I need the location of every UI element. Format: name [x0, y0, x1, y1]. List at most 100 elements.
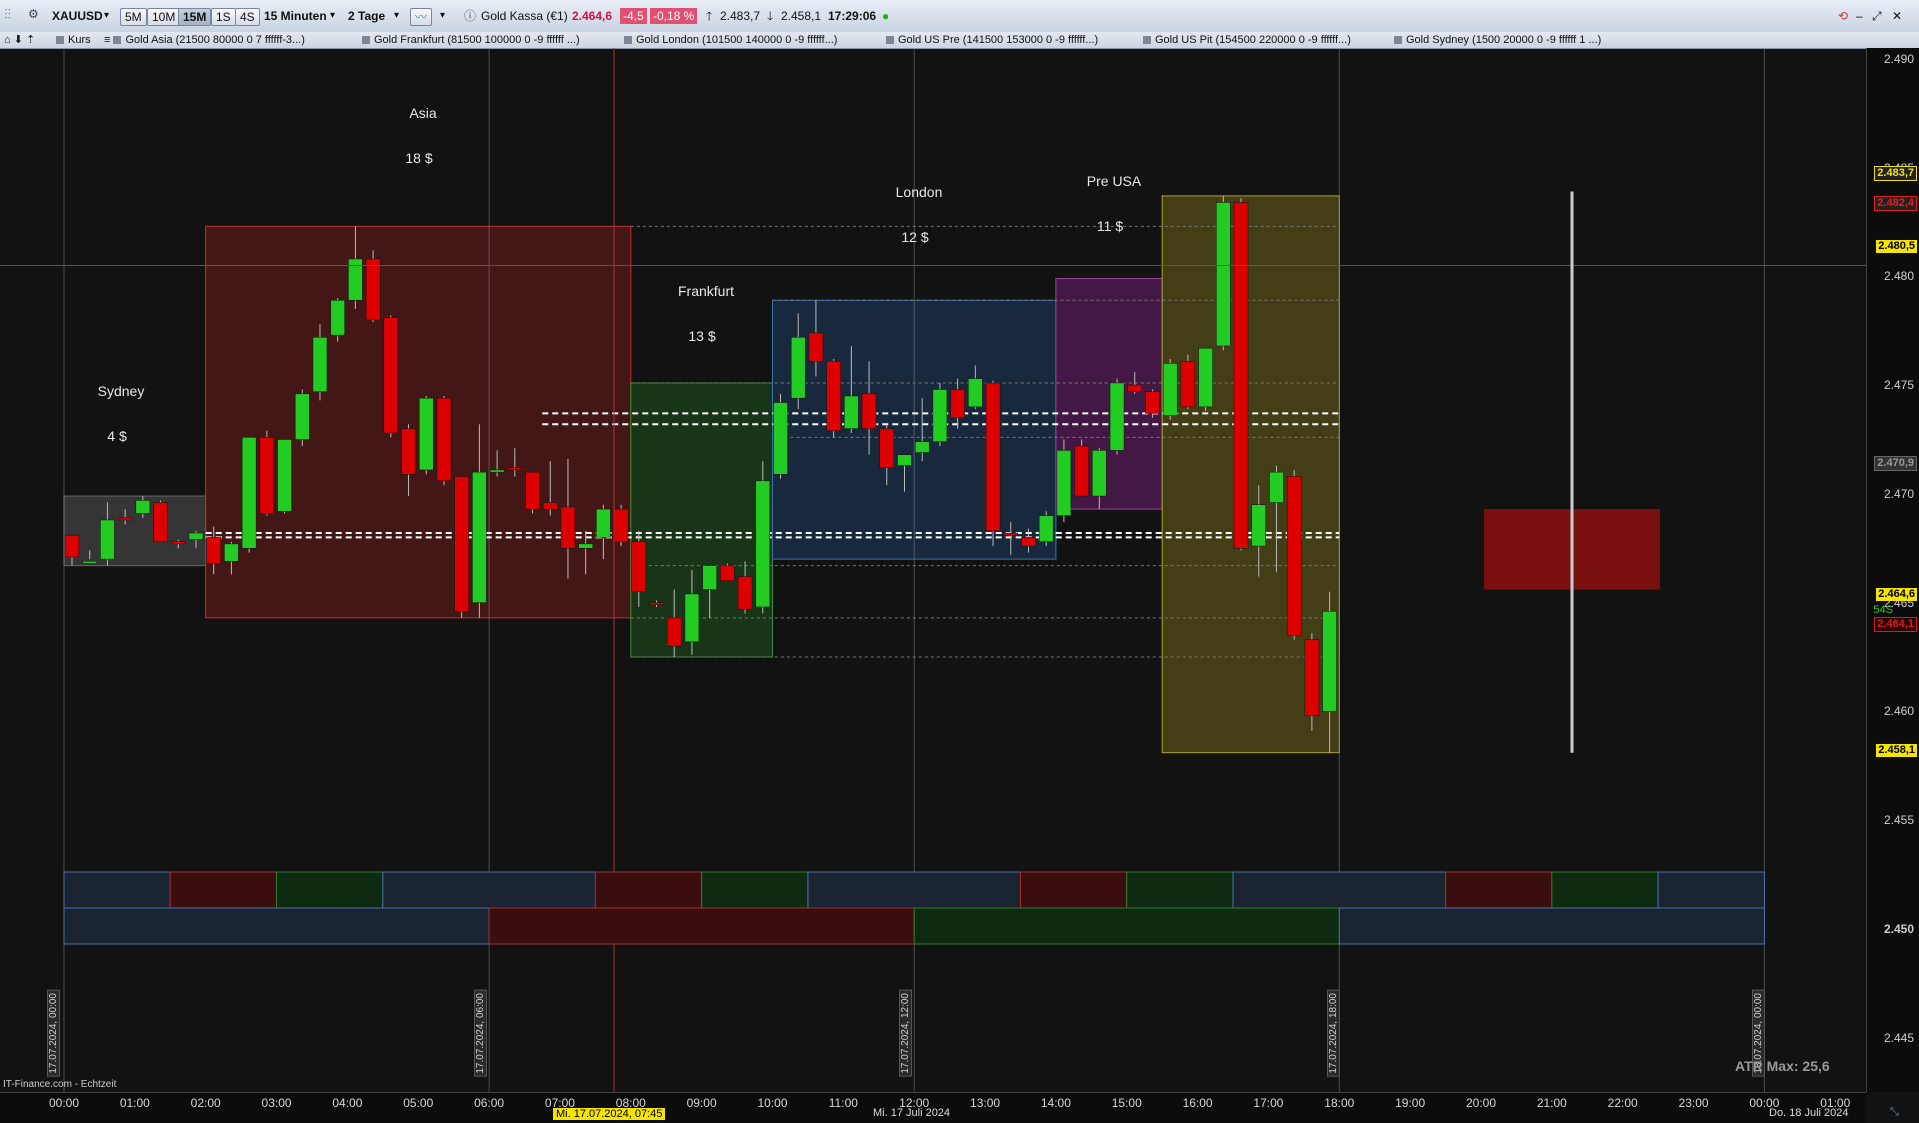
timeline-strip: [807, 871, 1021, 909]
candle: [985, 382, 1001, 532]
range-select[interactable]: 2 Tage: [348, 8, 385, 24]
instrument-name: Gold Kassa (€1): [481, 9, 568, 23]
session-range-sydney: 4 $: [107, 428, 127, 444]
candle: [773, 402, 788, 475]
timeline-strip: [1551, 871, 1659, 909]
candle: [312, 337, 328, 392]
x-tick-label: 05:00: [403, 1096, 434, 1110]
timeline-strip: [1445, 871, 1553, 909]
change-pct-badge: -0,18 %: [650, 8, 698, 24]
candle: [259, 437, 275, 514]
resize-corner-icon[interactable]: ⤡: [1890, 1106, 1899, 1119]
x-tick-label: 03:00: [261, 1096, 292, 1110]
x-tick-label: 17:00: [1253, 1096, 1284, 1110]
candle: [1304, 639, 1320, 716]
candle: [755, 480, 771, 608]
session-range-frankfurt: 13 $: [688, 328, 716, 344]
tab-gold-sydney[interactable]: Gold Sydney (1500 20000 0 -9 ffffff 1 ..…: [1394, 33, 1634, 47]
session-range-asia: 18 $: [405, 150, 433, 166]
tab-label: Gold US Pre (141500 153000 0 -9 ffffff..…: [898, 34, 1099, 46]
price-tag-level: 2.470,9: [1874, 456, 1917, 471]
tab-kurs-label: Kurs: [68, 34, 91, 46]
tab-label: Gold Asia (21500 80000 0 7 ffffff-3...): [125, 34, 305, 46]
tab-gold-us-pit[interactable]: Gold US Pit (154500 220000 0 -9 ffffff..…: [1143, 33, 1388, 47]
timeline-strip-daily: [63, 907, 490, 945]
timeline-strip: [1126, 871, 1234, 909]
candle: [153, 502, 168, 542]
candle: [295, 393, 310, 440]
vertical-date-label: 17.07.2024, 12:00: [899, 990, 912, 1077]
tab-gold-london[interactable]: Gold London (101500 140000 0 -9 ffffff..…: [624, 33, 879, 47]
atr-label: ATR Max: 25,6: [1735, 1058, 1830, 1074]
interval-chevron-icon[interactable]: ▾: [330, 8, 335, 24]
candle: [1251, 504, 1266, 547]
tab-kurs[interactable]: Kurs: [56, 33, 91, 47]
tab-label: Gold US Pit (154500 220000 0 -9 ffffff..…: [1155, 34, 1351, 46]
x-tick-label: 09:00: [686, 1096, 717, 1110]
x-tick-label: 16:00: [1182, 1096, 1213, 1110]
refresh-icon[interactable]: ⟲: [1838, 8, 1848, 24]
candle: [684, 593, 700, 643]
candle: [1269, 471, 1284, 503]
indicator-chevron-icon[interactable]: ▾: [440, 8, 445, 24]
vertical-date-label: 17.07.2024, 18:00: [1327, 990, 1340, 1077]
close-icon[interactable]: ✕: [1892, 8, 1902, 24]
price-chart[interactable]: [0, 48, 1866, 1092]
x-tick-label: 13:00: [970, 1096, 1001, 1110]
gear-icon[interactable]: ⚙: [28, 6, 39, 22]
candle: [1162, 363, 1178, 416]
price-tag-low: 2.458,1: [1876, 744, 1917, 757]
day-low: 2.458,1: [781, 9, 822, 23]
interval-select[interactable]: 15 Minuten: [264, 8, 327, 24]
candle: [454, 476, 469, 612]
toolbar: ⫶⫶ ⚙ XAUUSD ▾ 5M 10M 15M 1S 4S 15 Minute…: [0, 0, 1919, 33]
x-tick-label: 20:00: [1465, 1096, 1497, 1110]
candle: [277, 439, 292, 512]
timeline-strip: [1019, 871, 1128, 909]
change-badge: -4,5: [620, 8, 647, 24]
timeline-strip: [276, 871, 384, 909]
candle: [1092, 450, 1107, 497]
timeframe-1s[interactable]: 1S: [211, 8, 236, 26]
chart-type-icon[interactable]: ⫶⫶: [4, 6, 11, 22]
chevron-down-icon[interactable]: ▾: [104, 8, 109, 24]
info-icon[interactable]: ⓘ: [464, 8, 476, 24]
candle: [401, 428, 416, 475]
timeline-strip-daily: [913, 907, 1340, 945]
timeline-strip: [169, 871, 278, 909]
symbol-select[interactable]: XAUUSD: [52, 8, 103, 24]
candle: [666, 617, 682, 647]
tab-gold-asia[interactable]: ≡ Gold Asia (21500 80000 0 7 ffffff-3...…: [104, 33, 354, 47]
y-tick-label: 2.470: [1883, 486, 1914, 501]
timeframe-4s[interactable]: 4S: [235, 8, 260, 26]
timeframe-15m[interactable]: 15M: [178, 8, 212, 26]
session-label-london: London: [895, 184, 943, 200]
candle: [436, 397, 452, 482]
x-tick-label: 01:00: [119, 1096, 150, 1110]
price-tag-prev: 2.482,4: [1874, 196, 1917, 211]
tab-gold-frankfurt[interactable]: Gold Frankfurt (81500 100000 0 -9 ffffff…: [362, 33, 617, 47]
x-tick-label: 11:00: [828, 1096, 858, 1110]
x-tick-label: 04:00: [332, 1096, 363, 1110]
restore-icon[interactable]: ⤢: [1872, 8, 1882, 24]
candle: [472, 471, 487, 603]
session-box-sydney: [63, 495, 207, 567]
x-tick-label: 00:00: [48, 1096, 80, 1110]
session-label-asia: Asia: [409, 105, 437, 121]
tab-tools-icon[interactable]: ⌂ ⬇ ⇡: [4, 33, 35, 47]
tab-label: Gold Frankfurt (81500 100000 0 -9 ffffff…: [374, 34, 580, 46]
candle: [613, 508, 629, 542]
y-tick-label: 2.490: [1883, 51, 1914, 66]
tab-gold-us-pre[interactable]: Gold US Pre (141500 153000 0 -9 ffffff..…: [886, 33, 1136, 47]
minimize-icon[interactable]: –: [1856, 8, 1863, 24]
price-tag-last: 2.464,6: [1876, 588, 1917, 601]
candle: [1074, 445, 1089, 497]
indicator-icon[interactable]: 〰: [410, 8, 433, 26]
timeline-strip: [382, 871, 596, 909]
timeframe-10m[interactable]: 10M: [147, 8, 181, 26]
range-chevron-icon[interactable]: ▾: [394, 8, 399, 24]
vertical-date-label: 17.07.2024, 06:00: [474, 990, 487, 1077]
candle: [1233, 202, 1249, 549]
timeframe-5m[interactable]: 5M: [120, 8, 147, 26]
candle: [188, 532, 204, 540]
